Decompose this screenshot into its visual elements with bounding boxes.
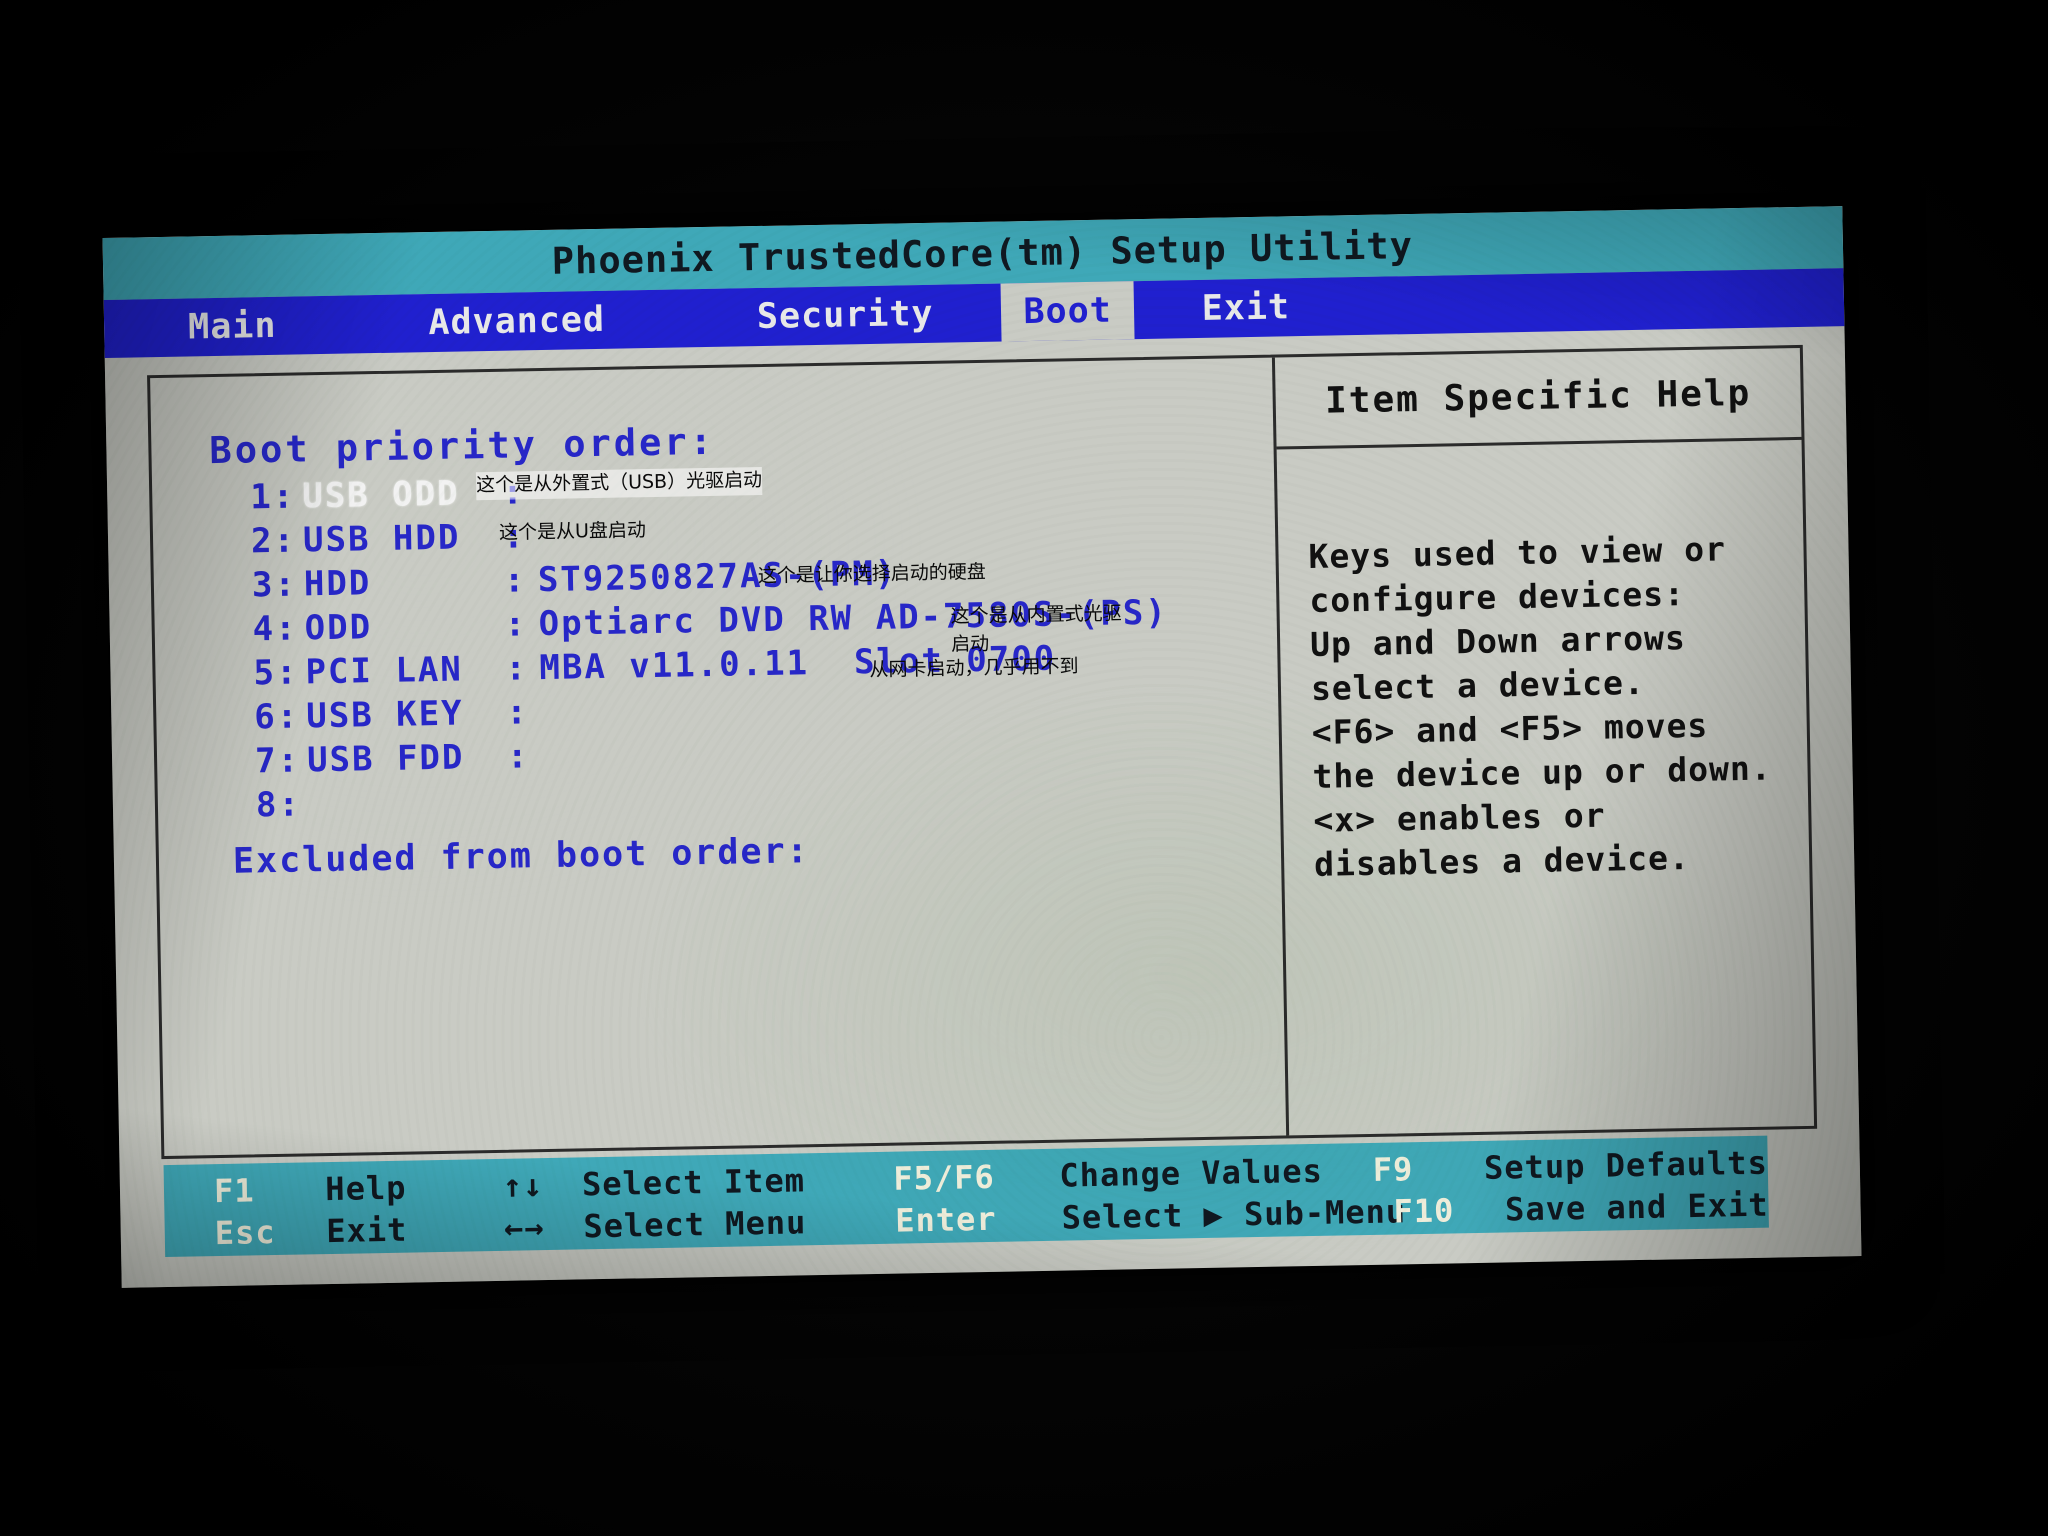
item-specific-help-title: Item Specific Help [1274,347,1802,450]
annotation-pci-lan: 从网卡启动，几乎用不到 [869,655,1079,682]
boot-row-colon: : [505,648,529,689]
legend-key-enter[interactable]: Enter [895,1199,1062,1240]
item-specific-help-body: Keys used to view or configure devices: … [1277,440,1810,888]
legend-key-f10[interactable]: F10 [1393,1190,1505,1230]
boot-row-colon: : [505,692,530,733]
boot-row-index: 3: [251,564,298,606]
tab-boot[interactable]: Boot [1000,281,1135,342]
legend-desc-setup-defaults: Setup Defaults [1483,1143,1769,1187]
bios-screen: Phoenix TrustedCore(tm) Setup Utility Ma… [102,206,1862,1288]
setup-utility-title: Phoenix TrustedCore(tm) Setup Utility [551,223,1414,283]
legend-key-f5-f6[interactable]: F5/F6 [893,1157,1060,1198]
boot-row-index: 7: [254,740,301,782]
legend-desc-select-menu: Select Menu [583,1203,807,1246]
boot-row-label: PCI LAN [305,649,464,693]
boot-row-label: HDD [303,563,372,605]
boot-row-label: USB HDD [302,517,461,561]
boot-row-label: USB KEY [305,693,464,737]
left-right-arrows-icon: ←→ [503,1208,545,1247]
boot-row-label: USB ODD [301,473,460,517]
legend-desc-exit: Exit [325,1210,408,1251]
tab-exit[interactable]: Exit [1179,278,1312,338]
item-specific-help-pane: Item Specific Help Keys used to view or … [1271,347,1815,1136]
legend-desc-change-values: Change Values [1059,1151,1324,1195]
boot-row-colon: : [504,604,528,645]
boot-row-label: ODD [304,607,373,649]
boot-row-colon: : [506,736,530,777]
legend-desc-help: Help [325,1168,407,1209]
annotation-hdd: 这个是让你选择启动的硬盘 [757,560,987,588]
boot-row-index: 8: [255,784,302,826]
legend-desc-save-and-exit: Save and Exit [1504,1185,1769,1229]
excluded-from-boot-order-heading: Excluded from boot order: [232,831,811,882]
boot-row-index: 6: [253,696,300,738]
help-line: the device up or down. [1312,748,1772,796]
legend-desc-select-item: Select Item [581,1161,806,1204]
boot-row-index: 2: [250,520,297,562]
help-line: disables a device. [1313,838,1691,884]
tab-advanced[interactable]: Advanced [406,290,628,352]
boot-priority-pane: Boot priority order: 1: USB ODD : 2: USB… [150,358,1286,1156]
body-frame: Boot priority order: 1: USB ODD : 2: USB… [147,344,1818,1160]
boot-row-index: 1: [249,476,296,518]
photo-of-monitor: Phoenix TrustedCore(tm) Setup Utility Ma… [0,0,2048,1536]
boot-row-index: 4: [252,608,299,650]
boot-row-colon: : [503,560,527,601]
up-down-arrows-icon: ↑↓ [502,1166,544,1205]
legend-key-esc[interactable]: Esc [214,1212,326,1252]
tab-main[interactable]: Main [166,296,299,356]
annotation-usb-odd: 这个是从外置式（USB）光驱启动 [475,466,763,500]
annotation-usb-hdd: 这个是从U盘启动 [498,519,647,544]
tab-security[interactable]: Security [734,284,956,346]
legend-key-f1[interactable]: F1 [214,1170,326,1210]
boot-row-colon [508,811,542,812]
legend-desc-select-submenu: Select ▶ Sub-Menu [1061,1192,1407,1237]
legend-key-f9[interactable]: F9 [1372,1149,1484,1189]
boot-row-index: 5: [253,652,299,694]
annotation-odd-line1: 这个是从内置式光驱 [950,602,1122,628]
boot-row-label [308,812,508,816]
boot-row-label: USB FDD [306,737,465,781]
body-area: Boot priority order: 1: USB ODD : 2: USB… [105,326,1860,1166]
